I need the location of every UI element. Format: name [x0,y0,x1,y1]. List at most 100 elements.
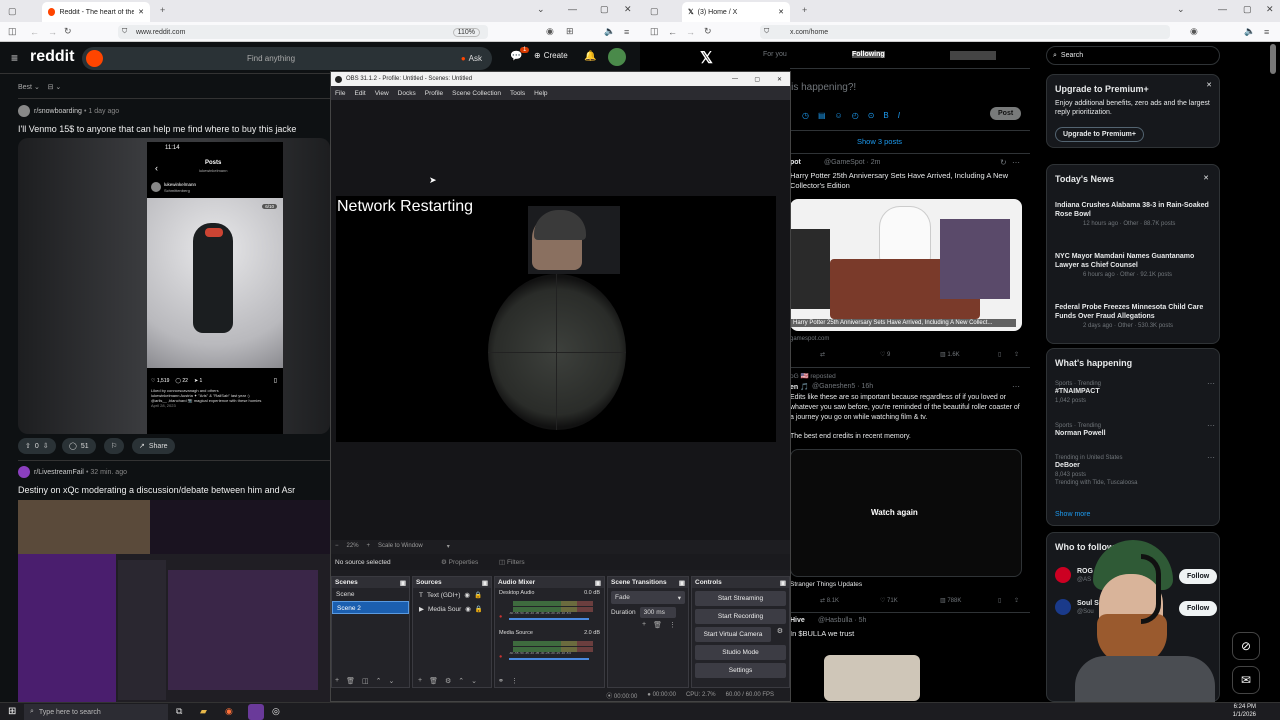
mute-icon[interactable]: ● [499,614,502,620]
downvote-icon[interactable]: ⇩ [43,442,49,450]
extension-icon[interactable]: ◉ [1190,26,1198,37]
close-window-icon[interactable]: ✕ [624,4,632,15]
back-icon[interactable]: ← [668,27,677,37]
dock-float-icon[interactable]: ▣ [400,579,406,587]
tab-hidden[interactable] [950,51,996,60]
volume-slider[interactable] [509,658,589,660]
retweet-icon[interactable]: ⇄ [820,351,825,358]
extensions-icon[interactable]: 🔈 [1244,26,1255,37]
gif-icon[interactable]: ▤ [818,111,826,120]
trend-item[interactable]: Sports · Trending Norman Powell ⋯ [1055,421,1215,438]
sidebar-toggle-icon[interactable]: ◫ [8,26,17,37]
dock-float-icon[interactable]: ▣ [482,579,488,587]
settings-button[interactable]: Settings [695,663,786,678]
sort-dropdown[interactable]: Best ⌄ ⊟ ⌄ [18,83,61,91]
settings-icon[interactable]: ⚙ [445,677,451,685]
link-icon[interactable]: ⚭ [498,677,504,685]
dock-float-icon[interactable]: ▣ [780,579,786,587]
news-item[interactable]: NYC Mayor Mamdani Names Guantanamo Lawye… [1055,252,1215,278]
visibility-icon[interactable]: ◉ [464,591,470,599]
show-posts-link[interactable]: Show 3 posts [857,137,902,146]
tab-x[interactable]: 𝕏 (3) Home / X ✕ [682,2,790,22]
scene-item[interactable]: Scene [332,588,409,601]
menu-file[interactable]: File [335,90,345,97]
grok-icon[interactable]: ↻ [1000,158,1007,167]
close-tab-icon[interactable]: ✕ [778,8,784,16]
new-tab-icon[interactable]: + [160,5,165,15]
forward-icon[interactable]: → [686,27,695,37]
reload-icon[interactable]: ↻ [64,26,72,37]
share-icon[interactable]: ⇪ [1014,351,1019,358]
comments-button[interactable]: ◯ 51 [62,438,96,454]
minimize-icon[interactable]: — [568,4,577,14]
menu-icon[interactable]: ≡ [1264,27,1269,37]
new-tab-icon[interactable]: + [802,5,807,15]
views-button[interactable]: ▥ 1.6K [940,351,960,358]
share-icon[interactable]: ⇪ [1014,597,1019,604]
bell-icon[interactable]: 🔔 [584,51,596,62]
menu-help[interactable]: Help [534,90,547,97]
search-input[interactable]: Find anything ● Ask [82,47,492,70]
back-icon[interactable]: ← [30,27,39,37]
subreddit-avatar[interactable] [18,466,30,478]
tab-list-icon[interactable]: ⌄ [537,4,545,15]
sidebar-icon[interactable]: ▢ [650,6,659,17]
more-icon[interactable]: ⋯ [1012,158,1020,167]
menu-tools[interactable]: Tools [510,90,525,97]
post-button[interactable]: Post [990,107,1022,120]
media-icon[interactable]: ◷ [802,111,809,120]
filters-button[interactable]: ◫ Filters [499,558,525,566]
avatar[interactable] [1055,599,1071,615]
add-icon[interactable]: + [642,621,646,629]
tab-reddit[interactable]: Reddit - The heart of the interne ✕ [42,2,150,22]
zoom-badge[interactable]: 110% [452,27,480,37]
address-bar[interactable]: ⛉ x.com/home [760,25,1170,39]
transition-select[interactable]: Fade ▾ [611,591,685,604]
retweet-button[interactable]: ⇄ 8.1K [820,597,839,604]
up-icon[interactable]: ⌃ [458,677,464,685]
trend-item[interactable]: Trending in United States DeBoer 8,043 p… [1055,453,1215,486]
scene-item-selected[interactable]: Scene 2 [332,601,409,614]
tweet-author[interactable]: en 🎵 [790,383,809,391]
location-icon[interactable]: ⊙ [868,111,875,120]
ask-button[interactable]: ● Ask [455,50,488,67]
filter-icon[interactable]: ◫ [362,677,369,685]
tweet-image[interactable] [824,655,920,701]
lock-icon[interactable]: 🔒 [475,605,483,613]
properties-button[interactable]: ⚙ Properties [441,558,478,566]
trend-item[interactable]: Sports · Trending #TNAIMPACT 1,042 posts… [1055,379,1215,404]
avatar[interactable] [1055,567,1071,583]
link-domain[interactable]: gamespot.com [790,336,829,342]
delete-icon[interactable]: 🗑 [429,677,438,685]
close-tab-icon[interactable]: ✕ [138,8,144,16]
schedule-icon[interactable]: ◴ [852,111,859,120]
visibility-icon[interactable]: ◉ [465,605,471,613]
create-button[interactable]: ⊕ Create [534,51,568,60]
obs-icon[interactable]: ◎ [272,706,280,717]
more-icon[interactable]: ⋯ [1012,382,1020,391]
minimize-icon[interactable]: — [1218,4,1227,14]
down-icon[interactable]: ⌄ [471,677,477,685]
tweet-author[interactable]: pot [790,159,801,166]
menu-docks[interactable]: Docks [398,90,416,97]
news-item[interactable]: Federal Probe Freezes Minnesota Child Ca… [1055,303,1215,329]
menu-scene-collection[interactable]: Scene Collection [452,90,501,97]
subreddit-avatar[interactable] [18,105,30,117]
menu-edit[interactable]: Edit [354,90,365,97]
search-input[interactable]: ⌕ Search [1046,46,1220,65]
delete-icon[interactable]: 🗑 [653,621,662,629]
scale-dropdown[interactable]: Scale to Window [378,543,439,549]
zoom-out-icon[interactable]: − [335,543,339,549]
clock-time[interactable]: 6:24 PM [1234,704,1256,710]
tweet-handle[interactable]: @Hasbulla · 5h [818,617,866,624]
tab-list-icon[interactable]: ⌄ [1177,4,1185,15]
more-icon[interactable]: ⋮ [669,621,676,629]
tab-following[interactable]: Following [852,51,885,58]
tweet-video[interactable]: Watch again [790,449,1022,577]
menu-icon[interactable]: ≡ [624,27,629,37]
start-recording-button[interactable]: Start Recording [695,609,786,624]
down-icon[interactable]: ⌄ [388,677,394,685]
tweet-author[interactable]: Hive [790,617,805,624]
subreddit-name[interactable]: r/snowboarding [34,108,82,115]
start-streaming-button[interactable]: Start Streaming [695,591,786,606]
